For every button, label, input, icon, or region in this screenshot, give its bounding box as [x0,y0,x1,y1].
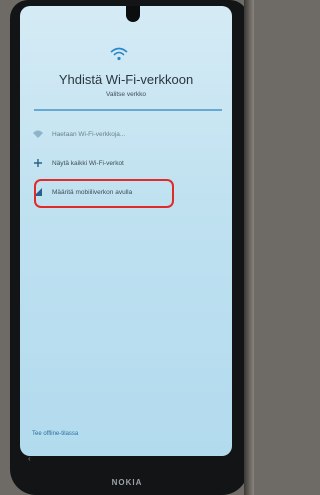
red-highlight-outline [34,179,174,208]
page-title: Yhdistä Wi-Fi-verkkoon [58,72,194,87]
show-all-networks-label: Näytä kaikki Wi-Fi-verkot [52,159,124,167]
back-icon[interactable]: ‹ [28,454,31,463]
camera-notch [126,6,140,22]
progress-bar [34,109,222,111]
wifi-icon [110,47,128,61]
phone-edge [244,0,254,495]
scanning-networks-label: Haetaan Wi-Fi-verkkoja... [52,130,126,138]
scanning-networks-item: Haetaan Wi-Fi-verkkoja... [30,123,224,145]
phone-screen: Yhdistä Wi-Fi-verkkoon Valitse verkko Ha… [20,6,232,456]
offline-mode-link[interactable]: Tee offline-tilassa [32,431,78,437]
wifi-search-icon [30,129,46,139]
show-all-networks-button[interactable]: Näytä kaikki Wi-Fi-verkot [30,152,224,174]
progress-fill [34,109,222,111]
device-brand: NOKIA [111,478,143,487]
plus-icon [30,158,46,168]
page-subtitle: Valitse verkko [106,91,146,98]
